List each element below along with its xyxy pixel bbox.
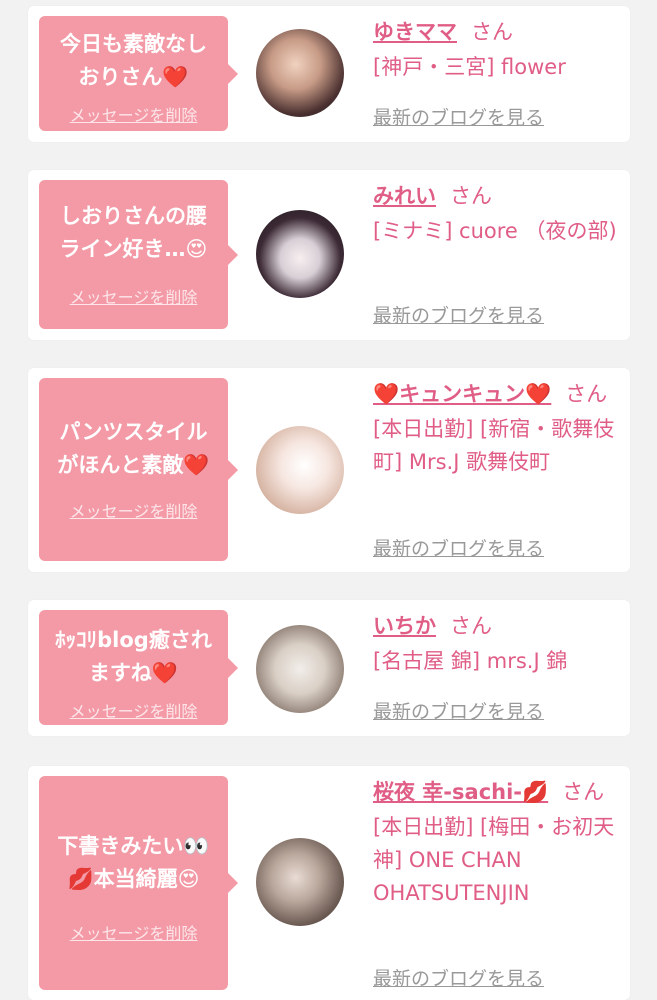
message-list: 今日も素敵なしおりさん❤️ メッセージを削除 ゆきママ さん [神戸・三宮] fl… (0, 0, 657, 1000)
avatar[interactable] (256, 426, 344, 514)
list-item: しおりさんの腰ライン好き…😍 メッセージを削除 みれい さん [ミナミ] cuor… (28, 170, 630, 340)
message-text: 下書きみたい👀💋本当綺麗😍 (57, 834, 210, 891)
message-bubble: 今日も素敵なしおりさん❤️ メッセージを削除 (39, 16, 238, 131)
message-bubble: しおりさんの腰ライン好き…😍 メッセージを削除 (39, 180, 238, 329)
message-bubble: パンツスタイルがほんと素敵❤️ メッセージを削除 (39, 378, 238, 561)
message-text: 今日も素敵なしおりさん❤️ (60, 32, 207, 89)
honorific: さん (471, 20, 513, 44)
latest-blog-link[interactable]: 最新のブログを見る (373, 103, 544, 130)
sender-name-link[interactable]: みれい (373, 184, 436, 208)
sender-line: みれい さん (373, 180, 623, 213)
shop-text: [名古屋 錦] mrs.J 錦 (373, 649, 568, 673)
honorific: さん (562, 780, 605, 804)
message-text: しおりさんの腰ライン好き…😍 (59, 204, 208, 261)
message-bubble: 下書きみたい👀💋本当綺麗😍 メッセージを削除 (39, 776, 238, 990)
sender-line: 桜夜 幸-sachi-💋 さん (373, 776, 623, 809)
message-text: パンツスタイルがほんと素敵❤️ (57, 420, 210, 477)
latest-blog-link[interactable]: 最新のブログを見る (373, 697, 544, 724)
sender-info: ❤️キュンキュン❤️ さん [本日出勤] [新宿・歌舞伎町] Mrs.J 歌舞伎町 (373, 378, 623, 479)
sender-line: ❤️キュンキュン❤️ さん (373, 378, 623, 411)
sender-info: みれい さん [ミナミ] cuore （夜の部) (373, 180, 623, 248)
list-item: 下書きみたい👀💋本当綺麗😍 メッセージを削除 桜夜 幸-sachi-💋 さん [本… (28, 766, 630, 1000)
sender-name-link[interactable]: ❤️キュンキュン❤️ (373, 382, 551, 406)
shop-text: [神戸・三宮] flower (373, 55, 566, 79)
honorific: さん (565, 382, 608, 406)
sender-name-link[interactable]: いちか (373, 614, 436, 638)
shop-text: [ミナミ] cuore （夜の部) (373, 219, 617, 243)
delete-message-link[interactable]: メッセージを削除 (39, 698, 228, 722)
list-item: パンツスタイルがほんと素敵❤️ メッセージを削除 ❤️キュンキュン❤️ さん [本… (28, 368, 630, 572)
sender-info: ゆきママ さん [神戸・三宮] flower (373, 16, 623, 84)
sender-info: 桜夜 幸-sachi-💋 さん [本日出勤] [梅田・お初天神] ONE CHAN… (373, 776, 623, 910)
shop-text: [本日出勤] [新宿・歌舞伎町] Mrs.J 歌舞伎町 (373, 417, 615, 474)
delete-message-link[interactable]: メッセージを削除 (39, 498, 228, 522)
sender-line: いちか さん (373, 610, 623, 643)
message-text: ﾎｯｺﾘblog癒されますね❤️ (55, 628, 212, 685)
avatar[interactable] (256, 210, 344, 298)
sender-name-link[interactable]: 桜夜 幸-sachi-💋 (373, 780, 548, 804)
avatar[interactable] (256, 29, 344, 117)
sender-line: ゆきママ さん (373, 16, 623, 49)
delete-message-link[interactable]: メッセージを削除 (39, 284, 228, 308)
sender-info: いちか さん [名古屋 錦] mrs.J 錦 (373, 610, 623, 678)
honorific: さん (450, 614, 492, 638)
message-bubble: ﾎｯｺﾘblog癒されますね❤️ メッセージを削除 (39, 610, 238, 725)
latest-blog-link[interactable]: 最新のブログを見る (373, 301, 544, 328)
shop-text: [本日出勤] [梅田・お初天神] ONE CHAN OHATSUTENJIN (373, 815, 615, 905)
sender-name-link[interactable]: ゆきママ (373, 20, 457, 44)
list-item: ﾎｯｺﾘblog癒されますね❤️ メッセージを削除 いちか さん [名古屋 錦] … (28, 600, 630, 736)
list-item: 今日も素敵なしおりさん❤️ メッセージを削除 ゆきママ さん [神戸・三宮] fl… (28, 6, 630, 142)
avatar[interactable] (256, 625, 344, 713)
latest-blog-link[interactable]: 最新のブログを見る (373, 534, 544, 561)
latest-blog-link[interactable]: 最新のブログを見る (373, 964, 544, 991)
avatar[interactable] (256, 838, 344, 926)
delete-message-link[interactable]: メッセージを削除 (39, 920, 228, 944)
delete-message-link[interactable]: メッセージを削除 (39, 102, 228, 126)
honorific: さん (450, 184, 492, 208)
